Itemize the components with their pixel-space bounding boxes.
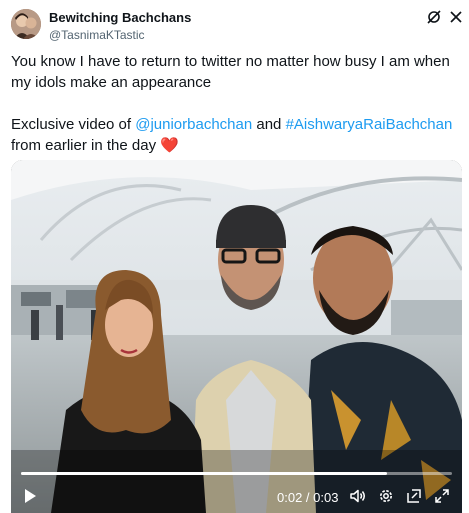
video-time: 0:02 / 0:03	[277, 490, 338, 505]
author-handle[interactable]: @TasnimaKTastic	[49, 28, 145, 42]
heart-emoji: ❤️	[160, 137, 179, 154]
duration: 0:03	[313, 490, 339, 505]
tweet-text-line1: You know I have to return to twitter no …	[11, 53, 450, 91]
text-suffix: from earlier in the day	[11, 137, 161, 154]
avatar-photo	[11, 9, 41, 39]
tweet-card: Bewitching Bachchans @TasnimaKTastic You…	[0, 0, 469, 513]
close-icon[interactable]	[448, 9, 464, 25]
text-mid: and	[252, 116, 286, 133]
video-frame	[11, 160, 462, 513]
author-display-name[interactable]: Bewitching Bachchans	[49, 10, 191, 25]
play-icon[interactable]	[21, 487, 39, 505]
text-prefix: Exclusive video of	[11, 116, 136, 133]
video-player[interactable]: 0:02 / 0:03	[11, 160, 462, 513]
time-separator: /	[302, 490, 314, 505]
progress-track[interactable]	[21, 472, 452, 475]
settings-icon[interactable]	[377, 487, 395, 505]
pip-icon[interactable]	[405, 487, 423, 505]
current-time: 0:02	[277, 490, 303, 505]
fullscreen-icon[interactable]	[433, 487, 451, 505]
tweet-text-line2: Exclusive video of @juniorbachchan and #…	[11, 114, 461, 156]
grok-icon[interactable]	[426, 9, 442, 25]
author-avatar[interactable]	[11, 9, 41, 39]
progress-fill	[21, 472, 388, 475]
mention-juniorbachchan[interactable]: @juniorbachchan	[135, 116, 252, 133]
volume-icon[interactable]	[349, 487, 367, 505]
hashtag-aishwaryaraibachchan[interactable]: #AishwaryaRaiBachchan	[286, 116, 453, 133]
tweet-text: You know I have to return to twitter no …	[11, 51, 461, 156]
